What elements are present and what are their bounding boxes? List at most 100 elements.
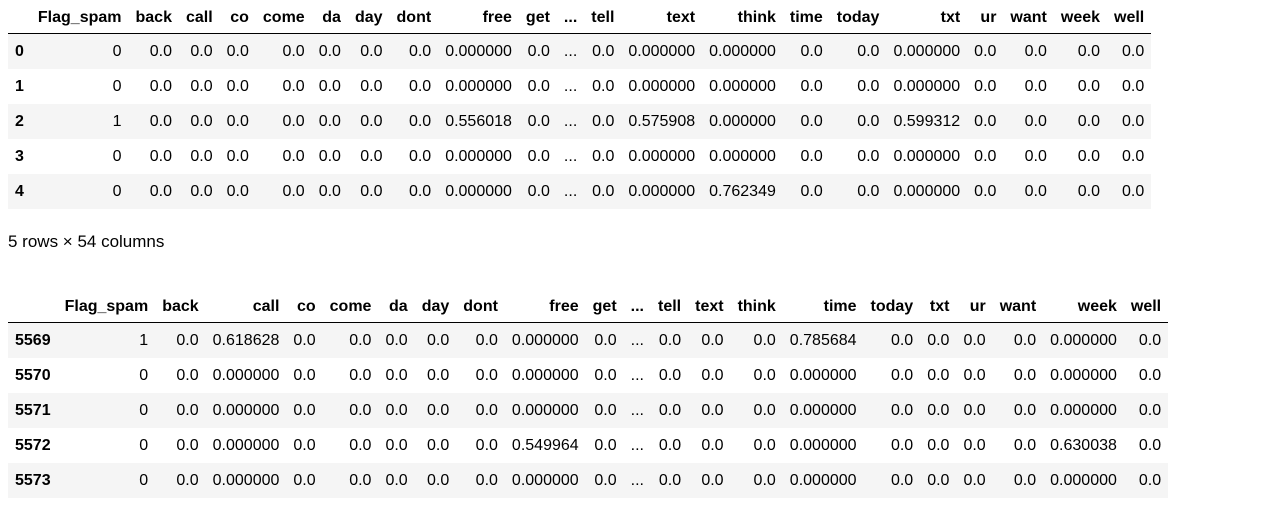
column-header: Flag_spam	[37, 9, 122, 26]
table-cell: 0.0	[701, 471, 724, 489]
header-row: Flag_spam back call co come da day dont free get.…	[8, 3, 1152, 34]
column-header: free	[482, 9, 512, 26]
table-cell: 0.000000	[893, 77, 961, 95]
column-header: txt	[940, 9, 961, 26]
table-cell: 0.0	[318, 42, 341, 60]
table-cell: 0.000000	[628, 147, 696, 165]
row-index: 5570	[15, 366, 51, 384]
table-cell: 0.0	[800, 182, 823, 200]
table-cell: 0.0	[293, 471, 316, 489]
table-cell: 0.0	[318, 182, 341, 200]
table-cell: 0.0	[963, 401, 986, 419]
table-cell: 0.0	[592, 147, 615, 165]
table-cell: 0.0	[800, 42, 823, 60]
table-cell: 0.000000	[1050, 401, 1117, 419]
table-cell: 0.0	[190, 112, 213, 130]
table-cell: 0	[112, 42, 122, 60]
table-cell: 0.0	[349, 436, 372, 454]
table-cell: 0.0	[385, 366, 408, 384]
row-index: 4	[15, 182, 24, 200]
table-cell: 0.000000	[893, 147, 961, 165]
table-cell: 0.0	[701, 436, 724, 454]
column-header: come	[329, 298, 372, 315]
column-header: time	[823, 298, 857, 315]
index-header	[8, 3, 31, 34]
table-cell: 0.0	[427, 471, 450, 489]
table-cell: 0.0	[927, 436, 950, 454]
table-cell: 0.0	[1024, 77, 1047, 95]
table-cell: 0	[139, 401, 149, 419]
table-cell: 0.0	[282, 182, 305, 200]
table-cell: 0.0	[190, 147, 213, 165]
column-header: want	[1010, 9, 1047, 26]
table-cell: 0.0	[753, 366, 776, 384]
table-cell: 0.0	[800, 147, 823, 165]
table-cell: ...	[630, 471, 644, 489]
table-cell: 0.0	[475, 366, 498, 384]
table-cell: 0.0	[974, 112, 997, 130]
table-cell: 0.0	[176, 401, 199, 419]
table-cell: 0.000000	[511, 471, 579, 489]
table-cell: 0.0	[385, 436, 408, 454]
table-cell: 0	[139, 366, 149, 384]
column-header: get	[592, 298, 617, 315]
table-cell: 0.000000	[709, 42, 776, 60]
table-cell: 0.000000	[789, 401, 857, 419]
dataframe-tail-table: Flag_spam back call co come da day dont free get.…	[8, 292, 1169, 498]
column-header: ur	[969, 298, 986, 315]
table-cell: 0.0	[282, 42, 305, 60]
table-cell: 0.000000	[445, 182, 512, 200]
table-cell: 0.0	[1077, 147, 1101, 165]
table-cell: 0	[139, 471, 149, 489]
table-cell: 0.0	[149, 112, 172, 130]
dataframe-head: Flag_spam back call co come da day dont free get.…	[8, 3, 1152, 209]
table-cell: 0.0	[1122, 182, 1145, 200]
table-cell: 0.000000	[628, 182, 696, 200]
table-cell: 0.556018	[445, 112, 512, 130]
table-cell: 0.0	[149, 77, 172, 95]
table-cell: 0.0	[592, 42, 615, 60]
table-cell: 0.000000	[511, 366, 579, 384]
table-cell: 0.0	[149, 182, 172, 200]
table-cell: 0.0	[927, 471, 950, 489]
table-cell: 0.0	[475, 401, 498, 419]
table-cell: 0.0	[1013, 436, 1037, 454]
table-cell: 0.0	[293, 436, 316, 454]
table-cell: 0.0	[890, 471, 914, 489]
table-cell: 0.0	[149, 42, 172, 60]
table-cell: 0.0	[408, 77, 432, 95]
table-cell: 0.0	[190, 182, 213, 200]
table-cell: 0.000000	[212, 401, 280, 419]
table-cell: 0.0	[890, 366, 914, 384]
table-row: 3 0 0.0 0.0 0.0 0.0 0.0 0.0 0.0 0.000000 0.0... 0.0…	[8, 139, 1151, 174]
table-cell: 0.0	[1077, 182, 1101, 200]
table-row: 2 1 0.0 0.0 0.0 0.0 0.0 0.0 0.0 0.556018 0.0... 0.0…	[8, 104, 1152, 139]
dataframe-tail: Flag_spam back call co come da day dont free get.…	[8, 292, 1169, 498]
table-cell: 0.0	[594, 331, 617, 349]
table-cell: 0.0	[1013, 366, 1037, 384]
table-cell: 0.0	[857, 77, 880, 95]
column-header: text	[695, 298, 724, 315]
table-cell: 0.0	[1024, 112, 1047, 130]
row-index: 0	[15, 42, 24, 60]
column-header: get	[525, 9, 550, 26]
table-cell: 0.0	[1138, 366, 1162, 384]
table-cell: 0.0	[963, 471, 986, 489]
column-header: well	[1130, 298, 1162, 315]
table-cell: 0.762349	[709, 182, 776, 200]
table-cell: 0.0	[857, 182, 880, 200]
column-header: dont	[463, 298, 498, 315]
table-cell: 0.000000	[445, 77, 512, 95]
column-header: think	[737, 9, 776, 26]
table-cell: 0.0	[974, 182, 997, 200]
table-cell: 0.0	[963, 331, 986, 349]
column-header: back	[135, 9, 172, 26]
dataframe-head-table: Flag_spam back call co come da day dont free get.…	[8, 3, 1152, 209]
column-header: free	[549, 298, 579, 315]
table-cell: 0.0	[318, 112, 341, 130]
table-cell: 0.0	[1122, 112, 1145, 130]
table-cell: 0.0	[318, 147, 341, 165]
table-cell: 0.0	[293, 401, 316, 419]
table-cell: 0.000000	[445, 42, 512, 60]
table-cell: 0.0	[226, 182, 249, 200]
